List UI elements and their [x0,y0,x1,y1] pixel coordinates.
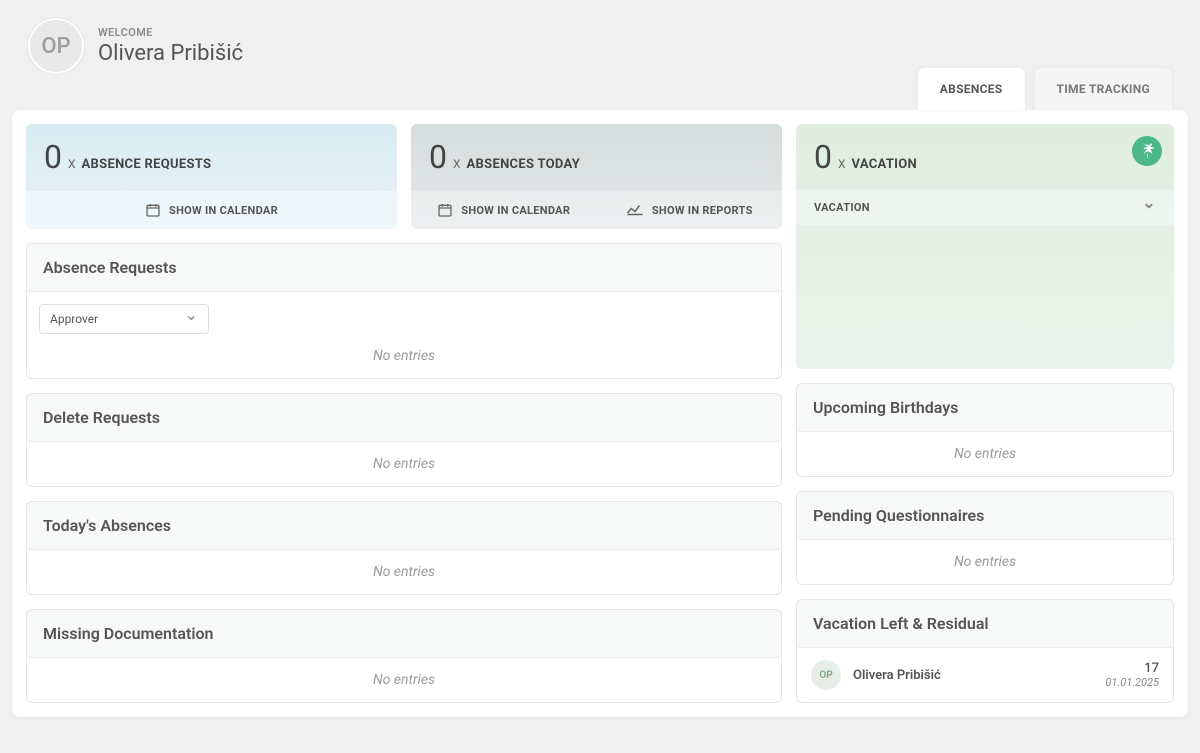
card-missing-documentation: Missing Documentation No entries [26,609,782,703]
stat-absence-requests-x: x [68,157,76,171]
card-todays-absences: Today's Absences No entries [26,501,782,595]
stat-vacation-count: 0 [814,138,832,176]
page-header: OP WELCOME Olivera Pribišić ABSENCES TIM… [0,0,1200,74]
todays-absences-empty: No entries [27,550,781,594]
chevron-down-icon [1142,201,1156,214]
vacation-left-avatar: OP [811,660,841,690]
welcome-block: WELCOME Olivera Pribišić [98,26,243,66]
stat-vacation-top: 0 x VACATION [796,124,1174,190]
tab-time-tracking[interactable]: TIME TRACKING [1035,68,1173,110]
show-in-calendar-label: SHOW IN CALENDAR [169,204,278,217]
vacation-left-meta: 17 01.01.2025 [1105,661,1159,689]
card-pending-questionnaires-title: Pending Questionnaires [797,492,1173,540]
show-in-reports-label: SHOW IN REPORTS [652,204,753,217]
vacation-type-dropdown[interactable]: VACATION [796,190,1174,225]
vacation-left-amount: 17 [1105,661,1159,676]
stat-absences-today-x: x [453,157,461,171]
show-in-calendar-button[interactable]: SHOW IN CALENDAR [26,191,397,229]
stat-vacation-x: x [838,157,846,171]
card-upcoming-birthdays-title: Upcoming Birthdays [797,384,1173,432]
main-tabs: ABSENCES TIME TRACKING [918,68,1172,110]
user-name: Olivera Pribišić [98,41,243,66]
card-upcoming-birthdays: Upcoming Birthdays No entries [796,383,1174,477]
card-absence-requests: Absence Requests Approver No entries [26,243,782,379]
vacation-left-date: 01.01.2025 [1105,676,1159,689]
stat-vacation-label: VACATION [852,157,918,172]
stat-absences-today-actions: SHOW IN CALENDAR SHOW IN REPORTS [411,190,782,229]
stat-row: 0 x ABSENCE REQUESTS SHOW IN CALENDAR 0 … [26,124,782,229]
upcoming-birthdays-empty: No entries [797,432,1173,476]
delete-requests-empty: No entries [27,442,781,486]
stat-absence-requests-actions: SHOW IN CALENDAR [26,190,397,229]
user-avatar: OP [28,18,84,74]
stat-vacation: 0 x VACATION VACATION [796,124,1174,369]
approver-select-label: Approver [50,312,98,326]
avatar-initials: OP [41,34,70,59]
card-delete-requests-title: Delete Requests [27,394,781,442]
stat-absence-requests-count: 0 [44,138,62,176]
reports-icon [626,203,644,217]
calendar-icon [145,202,161,218]
chevron-down-icon [185,312,198,326]
card-pending-questionnaires: Pending Questionnaires No entries [796,491,1174,585]
absence-requests-empty: No entries [39,334,769,378]
card-delete-requests: Delete Requests No entries [26,393,782,487]
palm-icon [1132,136,1162,166]
stat-absence-requests: 0 x ABSENCE REQUESTS SHOW IN CALENDAR [26,124,397,229]
stat-absences-today-top: 0 x ABSENCES TODAY [411,124,782,190]
card-absence-requests-title: Absence Requests [27,244,781,292]
card-missing-documentation-title: Missing Documentation [27,610,781,658]
show-in-calendar-label-2: SHOW IN CALENDAR [461,204,570,217]
stat-absence-requests-label: ABSENCE REQUESTS [82,157,212,172]
show-in-reports-button[interactable]: SHOW IN REPORTS [597,191,783,229]
stat-absences-today-label: ABSENCES TODAY [467,157,581,172]
vacation-left-name: Olivera Pribišić [853,668,1093,683]
card-vacation-left-title: Vacation Left & Residual [797,600,1173,648]
welcome-label: WELCOME [98,26,243,39]
calendar-icon [437,202,453,218]
vacation-type-label: VACATION [814,201,870,214]
content: 0 x ABSENCE REQUESTS SHOW IN CALENDAR 0 … [12,110,1188,717]
left-column: 0 x ABSENCE REQUESTS SHOW IN CALENDAR 0 … [26,124,782,703]
card-vacation-left: Vacation Left & Residual OP Olivera Prib… [796,599,1174,703]
card-todays-absences-title: Today's Absences [27,502,781,550]
show-in-calendar-button-2[interactable]: SHOW IN CALENDAR [411,191,597,229]
stat-absences-today-count: 0 [429,138,447,176]
pending-questionnaires-empty: No entries [797,540,1173,584]
vacation-left-row[interactable]: OP Olivera Pribišić 17 01.01.2025 [797,648,1173,702]
approver-select[interactable]: Approver [39,304,209,334]
card-absence-requests-body: Approver No entries [27,292,781,378]
stat-absence-requests-top: 0 x ABSENCE REQUESTS [26,124,397,190]
tab-absences[interactable]: ABSENCES [918,68,1025,110]
missing-documentation-empty: No entries [27,658,781,702]
right-column: 0 x VACATION VACATION Upcoming Birthdays… [796,124,1174,703]
stat-absences-today: 0 x ABSENCES TODAY SHOW IN CALENDAR SHOW… [411,124,782,229]
